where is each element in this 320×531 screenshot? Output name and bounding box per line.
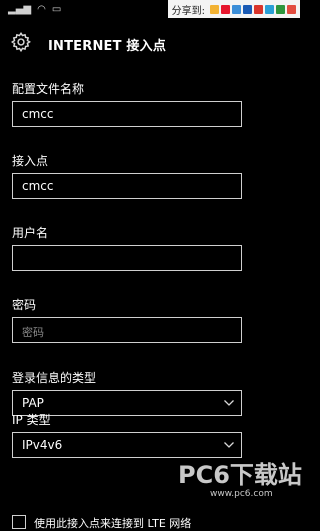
signal-icon: ▂▄▆ <box>8 4 32 15</box>
ip-type-label: IP 类型 <box>12 413 51 427</box>
more-share-icon[interactable] <box>287 4 296 14</box>
share-strip: 分享到: <box>167 0 300 18</box>
auth-type-label: 登录信息的类型 <box>12 371 97 385</box>
renren-share-icon[interactable] <box>243 4 252 14</box>
lte-checkbox[interactable] <box>12 515 26 529</box>
notification-icon: ▭ <box>51 4 62 15</box>
password-placeholder: 密码 <box>22 326 44 339</box>
page-header: INTERNET 接入点 <box>0 28 300 60</box>
watermark-url: www.pc6.com <box>210 489 273 499</box>
chevron-down-icon <box>224 400 234 406</box>
wifi-icon: ◠ <box>37 4 46 15</box>
chevron-down-icon <box>224 442 234 448</box>
status-icons: ▂▄▆ ◠ ▭ <box>8 3 61 17</box>
watermark-title: PC6下载站 <box>178 461 302 489</box>
auth-type-value: PAP <box>22 396 44 410</box>
gear-icon <box>10 31 31 53</box>
lte-checkbox-label: 使用此接入点来连接到 LTE 网络 <box>34 517 192 530</box>
lte-checkbox-row[interactable]: 使用此接入点来连接到 LTE 网络 <box>12 514 300 531</box>
username-label: 用户名 <box>12 226 49 240</box>
kaixin-share-icon[interactable] <box>254 4 263 14</box>
apn-value: cmcc <box>22 179 54 193</box>
apn-label: 接入点 <box>12 154 49 168</box>
page-title: INTERNET 接入点 <box>48 39 167 54</box>
profile-name-value: cmcc <box>22 107 54 121</box>
weibo-share-icon[interactable] <box>221 4 230 14</box>
watermark: PC6下载站 www.pc6.com <box>178 455 302 515</box>
tencent-weibo-share-icon[interactable] <box>232 4 241 14</box>
douban-share-icon[interactable] <box>276 4 285 14</box>
share-label: 分享到: <box>171 5 205 17</box>
apn-input[interactable]: cmcc <box>12 173 242 199</box>
qq-share-icon[interactable] <box>265 4 274 14</box>
profile-name-label: 配置文件名称 <box>12 82 85 96</box>
profile-name-input[interactable]: cmcc <box>12 101 242 127</box>
username-input[interactable] <box>12 245 242 271</box>
ip-type-value: IPv4v6 <box>22 438 63 452</box>
password-label: 密码 <box>12 298 37 312</box>
qzone-share-icon[interactable] <box>210 4 219 14</box>
status-bar: ▂▄▆ ◠ ▭ 分享到: <box>0 0 300 22</box>
password-input[interactable]: 密码 <box>12 317 242 343</box>
